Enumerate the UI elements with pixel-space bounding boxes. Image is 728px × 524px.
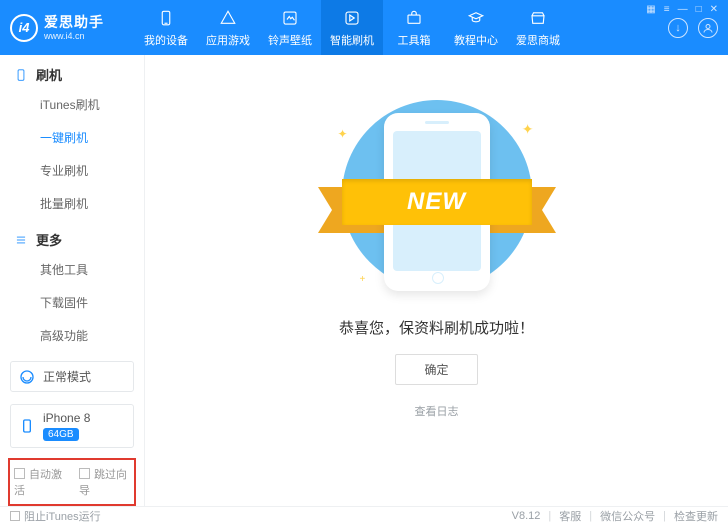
group-flash-title: 刷机	[36, 65, 62, 84]
sidebar-item-advanced[interactable]: 高级功能	[0, 319, 144, 352]
app-logo: i4 爱思助手 www.i4.cn	[10, 14, 135, 42]
tutorial-icon	[467, 8, 485, 28]
opt-skip-guide[interactable]: 跳过向导	[79, 466, 130, 498]
sidebar-item-oneclick[interactable]: 一键刷机	[0, 121, 144, 154]
user-icon[interactable]	[698, 18, 718, 38]
nav-device[interactable]: 我的设备	[135, 0, 197, 55]
sidebar: 刷机 iTunes刷机 一键刷机 专业刷机 批量刷机 更多 其他工具 下载固件 …	[0, 55, 145, 506]
support-link[interactable]: 客服	[559, 508, 581, 524]
phone-icon	[157, 8, 175, 28]
sidebar-item-itunes[interactable]: iTunes刷机	[0, 88, 144, 121]
nav-rings[interactable]: 铃声壁纸	[259, 0, 321, 55]
nav-rings-label: 铃声壁纸	[268, 32, 312, 48]
ok-button[interactable]: 确定	[395, 354, 477, 385]
flash-icon	[343, 8, 361, 28]
top-nav: 我的设备 应用游戏 铃声壁纸 智能刷机 工具箱 教程中心 爱思商城	[135, 0, 668, 55]
rings-icon	[281, 8, 299, 28]
nav-store[interactable]: 爱思商城	[507, 0, 569, 55]
view-log-link[interactable]: 查看日志	[415, 403, 459, 419]
mode-box[interactable]: 正常模式	[10, 361, 134, 392]
logo-icon: i4	[10, 14, 38, 42]
app-subtitle: www.i4.cn	[44, 32, 104, 41]
checkbox-icon	[79, 468, 90, 479]
opt-auto-activate[interactable]: 自动激活	[14, 466, 65, 498]
group-flash-hdr: 刷机	[0, 55, 144, 88]
device-name: iPhone 8	[43, 411, 90, 425]
titlebar-min-icon[interactable]: —	[678, 4, 688, 15]
group-more-title: 更多	[36, 230, 62, 249]
nav-apps[interactable]: 应用游戏	[197, 0, 259, 55]
success-illustration: NEW ✦ ✦ +	[332, 95, 542, 295]
download-icon[interactable]: ↓	[668, 18, 688, 38]
sparkle-icon: +	[360, 274, 366, 285]
titlebar-max-icon[interactable]: □	[696, 4, 702, 15]
tools-icon	[405, 8, 423, 28]
titlebar-skin-icon[interactable]: ▦	[646, 4, 655, 15]
nav-device-label: 我的设备	[144, 32, 188, 48]
sidebar-item-batch[interactable]: 批量刷机	[0, 187, 144, 220]
divider: |	[589, 510, 592, 522]
header-bar: i4 爱思助手 www.i4.cn 我的设备 应用游戏 铃声壁纸 智能刷机 工具…	[0, 0, 728, 55]
footer-bar: 阻止iTunes运行 V8.12 | 客服 | 微信公众号 | 检查更新	[0, 506, 728, 524]
titlebar-close-icon[interactable]: ✕	[710, 4, 718, 15]
main-panel: NEW ✦ ✦ + 恭喜您，保资料刷机成功啦！ 确定 查看日志	[145, 55, 728, 506]
mode-icon	[19, 369, 35, 385]
sidebar-item-firmware[interactable]: 下载固件	[0, 286, 144, 319]
nav-tools-label: 工具箱	[398, 32, 431, 48]
block-itunes-label: 阻止iTunes运行	[24, 511, 101, 523]
sparkle-icon: ✦	[338, 127, 348, 141]
update-link[interactable]: 检查更新	[674, 508, 718, 524]
device-icon	[19, 418, 35, 434]
version-label: V8.12	[512, 510, 541, 522]
more-group-icon	[14, 233, 28, 247]
nav-tutorial[interactable]: 教程中心	[445, 0, 507, 55]
nav-tools[interactable]: 工具箱	[383, 0, 445, 55]
divider: |	[548, 510, 551, 522]
wechat-link[interactable]: 微信公众号	[600, 508, 655, 524]
nav-flash[interactable]: 智能刷机	[321, 0, 383, 55]
flash-group-icon	[14, 68, 28, 82]
sidebar-item-other[interactable]: 其他工具	[0, 253, 144, 286]
store-icon	[529, 8, 547, 28]
device-box[interactable]: iPhone 8 64GB	[10, 404, 134, 448]
success-message: 恭喜您，保资料刷机成功啦！	[339, 317, 534, 338]
app-title: 爱思助手	[44, 15, 104, 29]
divider: |	[663, 510, 666, 522]
group-more-hdr: 更多	[0, 220, 144, 253]
apps-icon	[219, 8, 237, 28]
device-storage-badge: 64GB	[43, 428, 79, 441]
nav-store-label: 爱思商城	[516, 32, 560, 48]
nav-tutorial-label: 教程中心	[454, 32, 498, 48]
sidebar-item-pro[interactable]: 专业刷机	[0, 154, 144, 187]
titlebar-menu-icon[interactable]: ≡	[664, 4, 670, 15]
new-ribbon: NEW	[342, 179, 532, 225]
checkbox-icon	[10, 511, 20, 521]
block-itunes-checkbox[interactable]: 阻止iTunes运行	[10, 508, 101, 524]
mode-label: 正常模式	[43, 368, 91, 385]
options-area: 自动激活 跳过向导	[8, 458, 136, 506]
checkbox-icon	[14, 468, 25, 479]
header-right: ↓	[668, 18, 718, 38]
sparkle-icon: ✦	[522, 121, 534, 138]
nav-flash-label: 智能刷机	[330, 32, 374, 48]
nav-apps-label: 应用游戏	[206, 32, 250, 48]
